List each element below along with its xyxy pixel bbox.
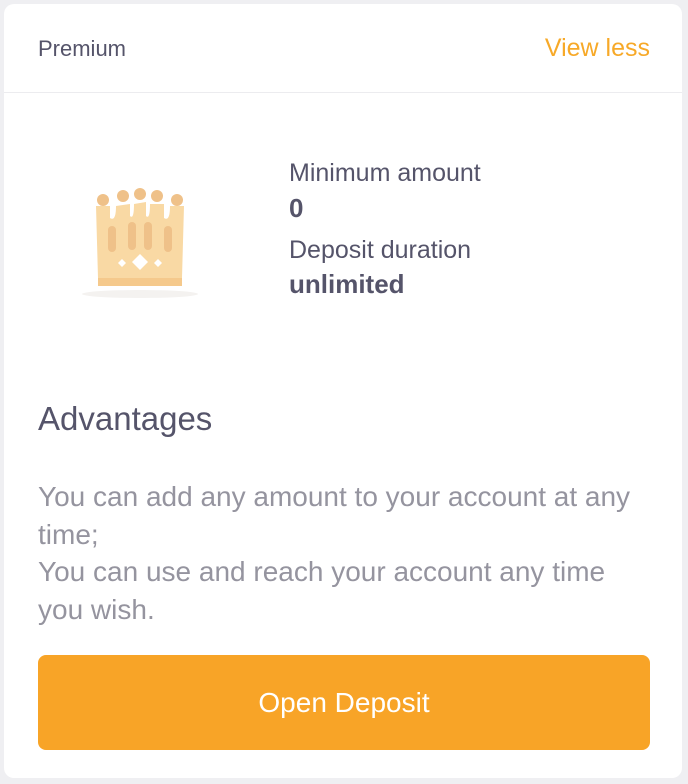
minimum-amount-value: 0 (289, 193, 304, 223)
minimum-amount-label: Minimum amount (289, 159, 481, 187)
advantage-item: You can add any amount to your account a… (38, 481, 631, 550)
crown-icon (82, 188, 198, 298)
advantages-list: You can add any amount to your account a… (38, 478, 648, 628)
plan-title: Premium (38, 36, 127, 61)
view-less-link[interactable]: View less (545, 34, 650, 63)
advantages-heading: Advantages (38, 400, 213, 437)
card-header: Premium View less (4, 4, 682, 93)
deposit-duration-label: Deposit duration (289, 236, 472, 264)
advantage-item: You can use and reach your account any t… (38, 556, 606, 625)
deposit-plan-card: Premium View less Minimum amount 0 Depos… (4, 4, 682, 778)
deposit-duration-value: unlimited (289, 269, 405, 299)
open-deposit-button[interactable]: Open Deposit (38, 655, 650, 750)
